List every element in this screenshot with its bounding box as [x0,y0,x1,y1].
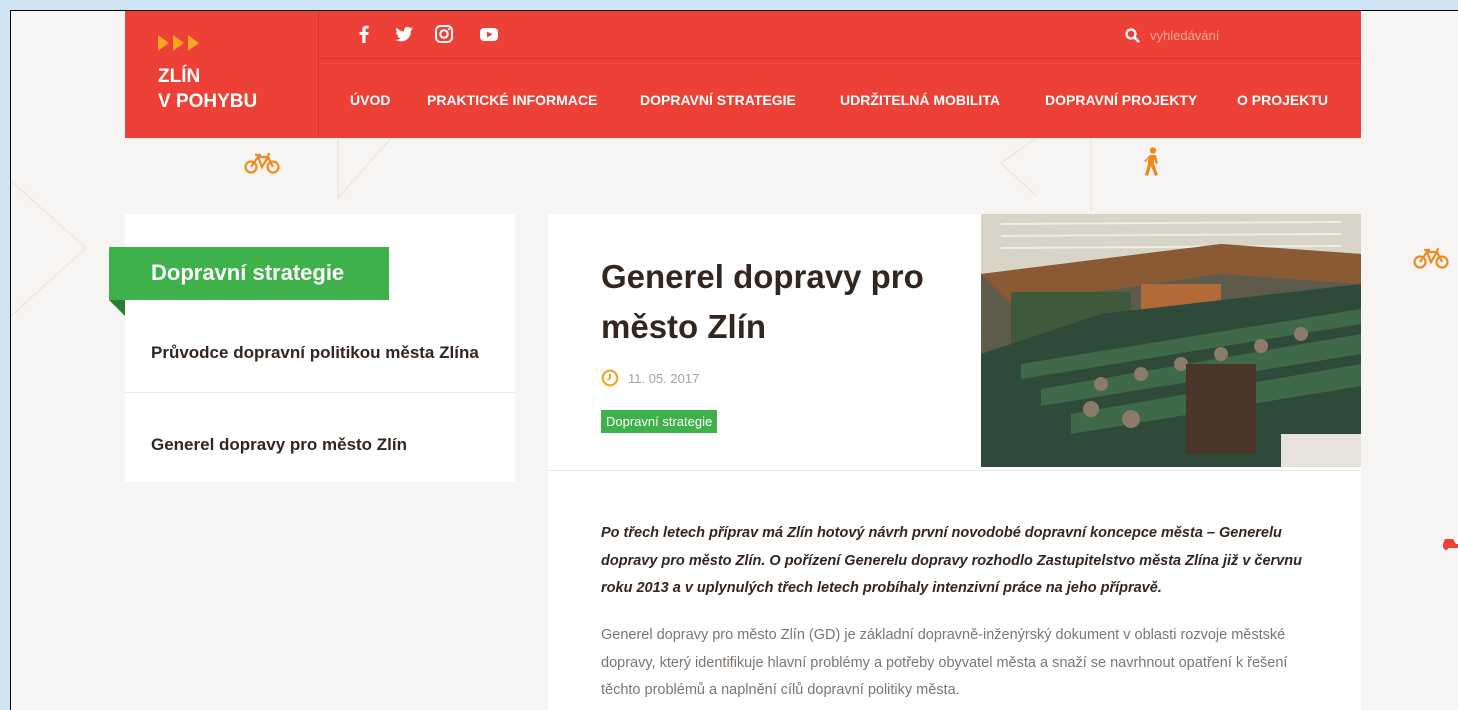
article-header-divider [548,470,1361,471]
article-title: Generel dopravy pro město Zlín [601,258,924,345]
article-date-row: 11. 05. 2017 [601,369,699,387]
bicycle-icon [1413,247,1449,269]
article-lead: Po třech letech příprav má Zlín hotový n… [601,525,1302,596]
site-header: ZLÍN V POHYBU vyhledávání ÚVOD PRAKTICKÉ… [125,11,1361,138]
bicycle-icon [244,152,280,174]
nav-item-dopravni-projekty[interactable]: DOPRAVNÍ PROJEKTY [1045,92,1197,108]
nav-item-udrzitelna-mobilita[interactable]: UDRŽITELNÁ MOBILITA [840,92,1000,108]
search-box[interactable] [1125,24,1350,46]
twitter-icon[interactable] [393,23,415,45]
browser-viewport: ZLÍN V POHYBU vyhledávání ÚVOD PRAKTICKÉ… [10,10,1458,710]
logo-line-2: V POHYBU [158,91,258,112]
arrows-icon [158,35,199,51]
sidebar-divider [125,392,515,393]
article-category-tag[interactable]: Dopravní strategie [601,410,718,433]
sidebar: Dopravní strategie Průvodce dopravní pol… [109,214,515,482]
logo-text: ZLÍN V POHYBU [158,64,257,114]
instagram-icon[interactable] [433,23,455,45]
sidebar-item-pruvodce[interactable]: Průvodce dopravní politikou města Zlína [151,343,479,363]
sidebar-item-generel[interactable]: Generel dopravy pro město Zlín [151,435,407,455]
site-logo[interactable]: ZLÍN V POHYBU [125,11,319,138]
sidebar-title-fold [109,300,125,316]
article-photo [981,214,1361,467]
article-body: Generel dopravy pro město Zlín (GD) je z… [601,627,1288,698]
nav-item-o-projektu[interactable]: O PROJEKTU [1237,92,1328,108]
social-bar [320,11,1361,59]
search-icon[interactable] [1125,27,1140,43]
pedestrian-icon [1144,147,1158,176]
logo-line-1: ZLÍN [158,66,201,87]
facebook-icon[interactable] [353,23,375,45]
youtube-icon[interactable] [478,23,500,45]
search-input[interactable] [1150,27,1350,43]
article: Generel dopravy pro město Zlín 11. 05. 2… [548,214,1361,710]
nav-item-dopravni-strategie[interactable]: DOPRAVNÍ STRATEGIE [640,92,796,108]
main-nav: ÚVOD PRAKTICKÉ INFORMACE DOPRAVNÍ STRATE… [320,60,1361,138]
article-date: 11. 05. 2017 [628,370,700,386]
sidebar-title: Dopravní strategie [109,247,389,300]
car-icon [1443,539,1458,550]
clock-icon [601,369,619,387]
nav-item-prakticke-informace[interactable]: PRAKTICKÉ INFORMACE [427,92,597,108]
nav-item-uvod[interactable]: ÚVOD [350,92,390,108]
